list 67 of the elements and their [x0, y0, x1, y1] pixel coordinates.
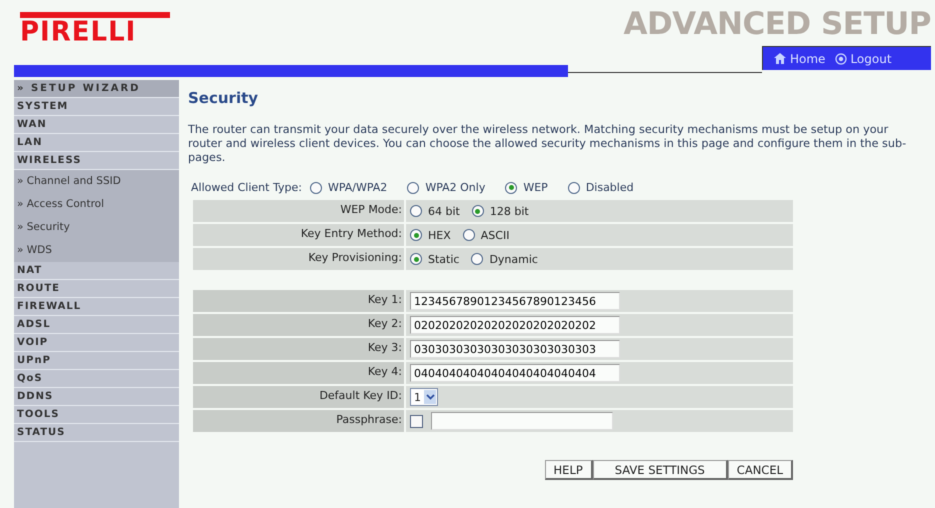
home-link[interactable]: Home — [773, 52, 826, 66]
radio-option[interactable]: HEX — [410, 228, 451, 242]
sidebar-item[interactable]: ADSL — [14, 316, 179, 334]
sidebar-item[interactable]: TOOLS — [14, 406, 179, 424]
field-label: Key Provisioning: — [193, 248, 404, 270]
banner-title: ADVANCED SETUP — [623, 6, 931, 42]
chevron-down-icon — [424, 390, 436, 404]
page-title: Security — [188, 89, 260, 107]
radio-button[interactable] — [462, 229, 475, 241]
description-text: The router can transmit your data securely over the wireless network. Matching security mechanisms must be setup on your router and wireless client devices. You can choose the allowed security mechanisms in this page and configure them in the sub-pages. — [188, 123, 908, 165]
radio-button[interactable] — [410, 229, 422, 241]
logout-link[interactable]: Logout — [835, 52, 892, 66]
sidebar-item[interactable]: UPnP — [14, 352, 179, 370]
key-id-dropdown[interactable]: 1 — [410, 388, 438, 406]
sidebar-item[interactable]: SYSTEM — [14, 98, 179, 116]
passphrase-field[interactable] — [431, 412, 613, 430]
power-icon — [835, 52, 848, 64]
radio-option[interactable]: Disabled — [568, 181, 634, 194]
field-label: Key Entry Method: — [193, 224, 404, 246]
logo: PIRELLI — [20, 12, 170, 46]
sidebar-item[interactable]: STATUS — [14, 424, 179, 442]
radio-option[interactable]: WPA/WPA2 — [310, 181, 388, 194]
radio-option[interactable]: Dynamic — [471, 252, 538, 266]
radio-button[interactable] — [568, 182, 580, 194]
key-field[interactable]: 03030303030303030303030303 — [410, 340, 620, 358]
radio-option[interactable]: 64 bit — [410, 204, 460, 218]
radio-option[interactable]: WPA2 Only — [407, 181, 486, 194]
radio-button[interactable] — [407, 182, 420, 194]
field-label: Passphrase: — [193, 410, 404, 432]
field-label: Allowed Client Type: — [191, 181, 302, 194]
action-button[interactable]: SAVE SETTINGS — [592, 460, 728, 480]
sidebar-item[interactable]: WAN — [14, 116, 179, 134]
radio-button[interactable] — [471, 253, 484, 265]
field-label: Key 4: — [193, 362, 404, 384]
sidebar-item[interactable]: NAT — [14, 262, 179, 280]
radio-button[interactable] — [505, 182, 518, 194]
field-label: Key 2: — [193, 314, 404, 336]
key-field[interactable]: 02020202020202020202020202 — [410, 316, 620, 334]
sidebar-item[interactable]: » Channel and SSID — [14, 170, 179, 193]
house-icon — [773, 52, 787, 65]
checkbox[interactable] — [410, 414, 423, 428]
sidebar-item[interactable]: » SETUP WIZARD — [14, 80, 179, 98]
field-label: Default Key ID: — [193, 386, 404, 408]
sidebar-item[interactable]: LAN — [14, 134, 179, 152]
key-field[interactable]: 12345678901234567890123456 — [410, 292, 620, 310]
radio-button[interactable] — [472, 205, 484, 217]
sidebar-item[interactable]: VOIP — [14, 334, 179, 352]
sidebar-item[interactable]: » Security — [14, 216, 179, 239]
radio-option[interactable]: WEP — [505, 181, 548, 194]
radio-option[interactable]: ASCII — [462, 228, 510, 242]
sidebar-item[interactable]: » Access Control — [14, 193, 179, 216]
sidebar-item[interactable]: QoS — [14, 370, 179, 388]
field-label: Key 1: — [193, 290, 404, 312]
sidebar-item[interactable]: DDNS — [14, 388, 179, 406]
action-button[interactable]: HELP — [544, 460, 593, 480]
radio-button[interactable] — [310, 182, 322, 194]
sidebar-item[interactable]: » WDS — [14, 239, 179, 262]
radio-option[interactable]: 128 bit — [472, 204, 529, 218]
sidebar-item[interactable]: FIREWALL — [14, 298, 179, 316]
field-label: WEP Mode: — [193, 200, 404, 222]
action-button[interactable]: CANCEL — [728, 460, 793, 480]
field-label: Key 3: — [193, 338, 404, 360]
radio-button[interactable] — [410, 253, 422, 265]
radio-option[interactable]: Static — [410, 252, 460, 266]
key-field[interactable]: 04040404040404040404040404 — [410, 364, 620, 382]
sidebar-item[interactable]: ROUTE — [14, 280, 179, 298]
radio-button[interactable] — [410, 205, 422, 217]
